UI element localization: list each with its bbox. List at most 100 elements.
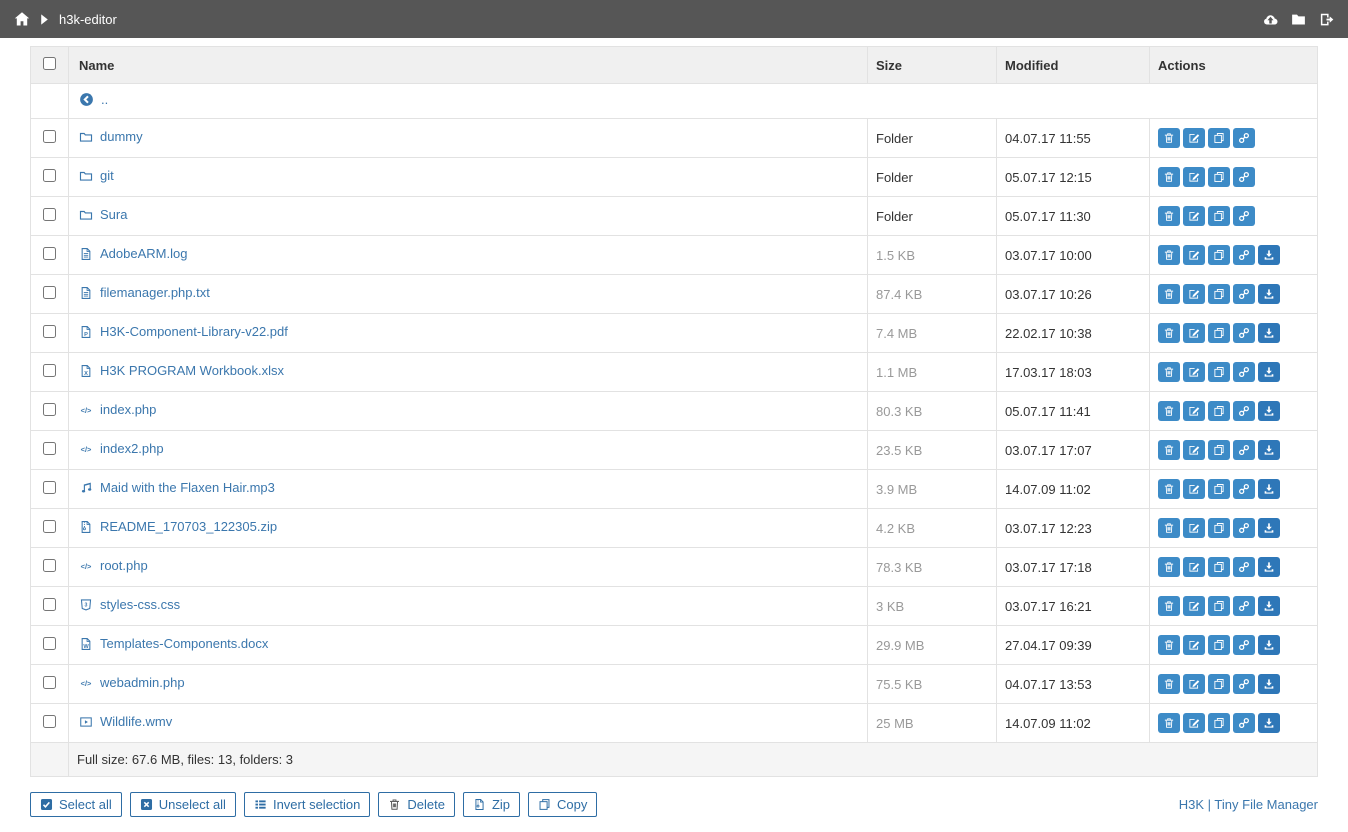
file-link[interactable]: </>index.php — [79, 402, 156, 417]
file-link[interactable]: WTemplates-Components.docx — [79, 636, 268, 651]
folder-link[interactable]: Sura — [79, 207, 127, 222]
file-link[interactable]: Wildlife.wmv — [79, 714, 172, 729]
invert-selection-button[interactable]: Invert selection — [244, 792, 370, 817]
rename-button[interactable] — [1183, 401, 1205, 421]
copy-button[interactable] — [1208, 596, 1230, 616]
copy-button[interactable] — [1208, 206, 1230, 226]
file-link[interactable]: Maid with the Flaxen Hair.mp3 — [79, 480, 275, 495]
link-button[interactable] — [1233, 206, 1255, 226]
copy-button[interactable] — [1208, 167, 1230, 187]
delete-button[interactable] — [1158, 518, 1180, 538]
copy-button[interactable] — [1208, 713, 1230, 733]
row-checkbox[interactable] — [43, 247, 56, 260]
folder-link[interactable]: git — [79, 168, 114, 183]
row-checkbox[interactable] — [43, 208, 56, 221]
copy-button[interactable] — [1208, 674, 1230, 694]
download-button[interactable] — [1258, 401, 1280, 421]
download-button[interactable] — [1258, 245, 1280, 265]
rename-button[interactable] — [1183, 128, 1205, 148]
delete-button[interactable] — [1158, 284, 1180, 304]
upload-button[interactable] — [1263, 12, 1278, 27]
download-button[interactable] — [1258, 674, 1280, 694]
download-button[interactable] — [1258, 440, 1280, 460]
link-button[interactable] — [1233, 635, 1255, 655]
copy-button[interactable] — [1208, 128, 1230, 148]
delete-button[interactable] — [1158, 323, 1180, 343]
copy-button[interactable] — [1208, 362, 1230, 382]
delete-button[interactable] — [1158, 440, 1180, 460]
row-checkbox[interactable] — [43, 637, 56, 650]
link-button[interactable] — [1233, 674, 1255, 694]
row-checkbox[interactable] — [43, 130, 56, 143]
link-button[interactable] — [1233, 557, 1255, 577]
row-checkbox[interactable] — [43, 286, 56, 299]
rename-button[interactable] — [1183, 323, 1205, 343]
file-link[interactable]: PH3K-Component-Library-v22.pdf — [79, 324, 288, 339]
rename-button[interactable] — [1183, 635, 1205, 655]
row-checkbox[interactable] — [43, 676, 56, 689]
rename-button[interactable] — [1183, 479, 1205, 499]
file-link[interactable]: filemanager.php.txt — [79, 285, 210, 300]
download-button[interactable] — [1258, 518, 1280, 538]
rename-button[interactable] — [1183, 518, 1205, 538]
rename-button[interactable] — [1183, 713, 1205, 733]
rename-button[interactable] — [1183, 674, 1205, 694]
row-checkbox[interactable] — [43, 598, 56, 611]
row-checkbox[interactable] — [43, 442, 56, 455]
link-button[interactable] — [1233, 284, 1255, 304]
download-button[interactable] — [1258, 635, 1280, 655]
link-button[interactable] — [1233, 440, 1255, 460]
delete-button[interactable]: Delete — [378, 792, 455, 817]
delete-button[interactable] — [1158, 401, 1180, 421]
copy-button[interactable] — [1208, 479, 1230, 499]
copy-button[interactable]: Copy — [528, 792, 597, 817]
file-link[interactable]: XH3K PROGRAM Workbook.xlsx — [79, 363, 284, 378]
row-checkbox[interactable] — [43, 169, 56, 182]
link-button[interactable] — [1233, 479, 1255, 499]
logout-button[interactable] — [1319, 12, 1334, 27]
delete-button[interactable] — [1158, 596, 1180, 616]
copy-button[interactable] — [1208, 518, 1230, 538]
file-link[interactable]: </>webadmin.php — [79, 675, 185, 690]
rename-button[interactable] — [1183, 362, 1205, 382]
copy-button[interactable] — [1208, 401, 1230, 421]
rename-button[interactable] — [1183, 206, 1205, 226]
delete-button[interactable] — [1158, 362, 1180, 382]
delete-button[interactable] — [1158, 167, 1180, 187]
download-button[interactable] — [1258, 713, 1280, 733]
download-button[interactable] — [1258, 479, 1280, 499]
link-button[interactable] — [1233, 518, 1255, 538]
download-button[interactable] — [1258, 284, 1280, 304]
row-checkbox[interactable] — [43, 403, 56, 416]
delete-button[interactable] — [1158, 674, 1180, 694]
link-button[interactable] — [1233, 596, 1255, 616]
file-link[interactable]: README_170703_122305.zip — [79, 519, 277, 534]
rename-button[interactable] — [1183, 167, 1205, 187]
link-button[interactable] — [1233, 167, 1255, 187]
row-checkbox[interactable] — [43, 325, 56, 338]
file-link[interactable]: </>root.php — [79, 558, 148, 573]
download-button[interactable] — [1258, 557, 1280, 577]
delete-button[interactable] — [1158, 128, 1180, 148]
parent-dir-link[interactable]: .. — [79, 92, 108, 107]
breadcrumb-path[interactable]: h3k-editor — [59, 12, 117, 27]
row-checkbox[interactable] — [43, 559, 56, 572]
copy-button[interactable] — [1208, 284, 1230, 304]
delete-button[interactable] — [1158, 206, 1180, 226]
delete-button[interactable] — [1158, 635, 1180, 655]
file-link[interactable]: AdobeARM.log — [79, 246, 187, 261]
delete-button[interactable] — [1158, 479, 1180, 499]
link-button[interactable] — [1233, 401, 1255, 421]
select-all-button[interactable]: Select all — [30, 792, 122, 817]
copy-button[interactable] — [1208, 245, 1230, 265]
delete-button[interactable] — [1158, 557, 1180, 577]
copy-button[interactable] — [1208, 323, 1230, 343]
download-button[interactable] — [1258, 323, 1280, 343]
copy-button[interactable] — [1208, 557, 1230, 577]
rename-button[interactable] — [1183, 284, 1205, 304]
rename-button[interactable] — [1183, 557, 1205, 577]
link-button[interactable] — [1233, 245, 1255, 265]
link-button[interactable] — [1233, 128, 1255, 148]
row-checkbox[interactable] — [43, 364, 56, 377]
home-link[interactable] — [14, 11, 30, 27]
